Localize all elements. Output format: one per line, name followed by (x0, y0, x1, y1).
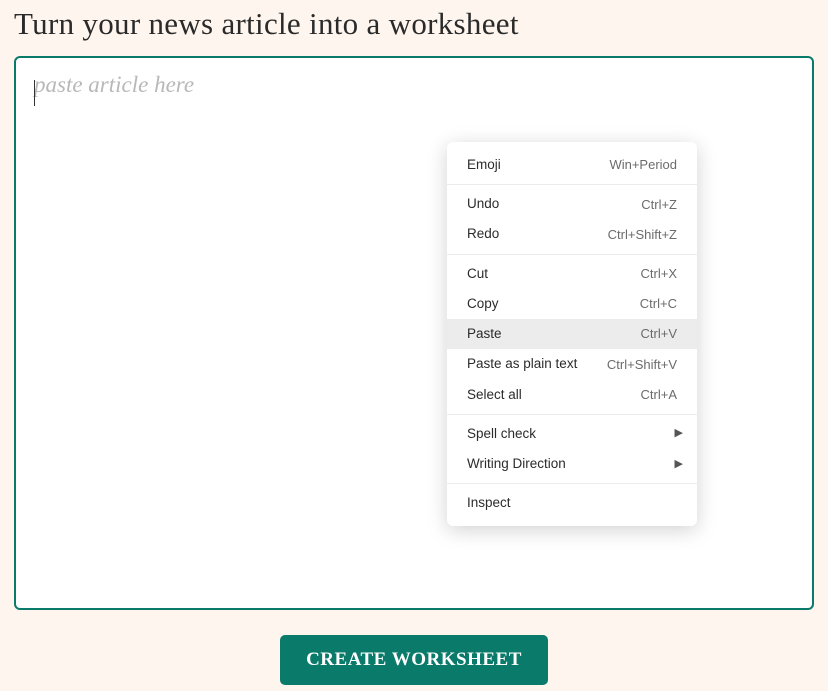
menu-item-paste[interactable]: Paste Ctrl+V (447, 319, 697, 349)
menu-item-writing-direction[interactable]: Writing Direction ▶ (447, 449, 697, 479)
menu-item-emoji[interactable]: Emoji Win+Period (447, 150, 697, 180)
menu-item-label: Inspect (467, 494, 511, 512)
menu-item-label: Redo (467, 225, 499, 243)
chevron-right-icon: ▶ (675, 457, 683, 472)
text-cursor (34, 80, 35, 106)
menu-group: Cut Ctrl+X Copy Ctrl+C Paste Ctrl+V Paste as p… (447, 255, 697, 415)
menu-item-shortcut: Ctrl+Shift+Z (608, 226, 677, 244)
menu-item-redo[interactable]: Redo Ctrl+Shift+Z (447, 219, 697, 249)
page-title: Turn your news article into a worksheet (0, 0, 828, 42)
menu-item-label: Cut (467, 265, 488, 283)
menu-item-label: Paste (467, 325, 502, 343)
menu-item-paste-as-plain-text[interactable]: Paste as plain text Ctrl+Shift+V (447, 349, 697, 379)
menu-item-label: Spell check (467, 425, 536, 443)
menu-item-copy[interactable]: Copy Ctrl+C (447, 289, 697, 319)
menu-item-shortcut: Ctrl+V (641, 325, 677, 343)
menu-item-shortcut: Ctrl+C (640, 295, 677, 313)
menu-item-label: Writing Direction (467, 455, 566, 473)
menu-item-select-all[interactable]: Select all Ctrl+A (447, 380, 697, 410)
create-worksheet-button[interactable]: CREATE WORKSHEET (280, 635, 548, 685)
menu-item-label: Select all (467, 386, 522, 404)
menu-item-label: Copy (467, 295, 499, 313)
menu-item-label: Emoji (467, 156, 501, 174)
button-row: CREATE WORKSHEET (0, 635, 828, 685)
menu-item-undo[interactable]: Undo Ctrl+Z (447, 189, 697, 219)
menu-item-label: Paste as plain text (467, 355, 577, 373)
menu-group: Inspect (447, 484, 697, 522)
menu-item-shortcut: Ctrl+A (641, 386, 677, 404)
menu-item-shortcut: Win+Period (609, 156, 677, 174)
chevron-right-icon: ▶ (675, 426, 683, 441)
context-menu[interactable]: Emoji Win+Period Undo Ctrl+Z Redo Ctrl+Shift+… (447, 142, 697, 526)
menu-item-cut[interactable]: Cut Ctrl+X (447, 259, 697, 289)
menu-group: Spell check ▶ Writing Direction ▶ (447, 415, 697, 484)
menu-item-shortcut: Ctrl+Z (641, 196, 677, 214)
menu-item-inspect[interactable]: Inspect (447, 488, 697, 518)
menu-group: Emoji Win+Period (447, 146, 697, 185)
menu-group: Undo Ctrl+Z Redo Ctrl+Shift+Z (447, 185, 697, 254)
menu-item-shortcut: Ctrl+X (641, 265, 677, 283)
menu-item-shortcut: Ctrl+Shift+V (607, 356, 677, 374)
menu-item-spell-check[interactable]: Spell check ▶ (447, 419, 697, 449)
menu-item-label: Undo (467, 195, 499, 213)
